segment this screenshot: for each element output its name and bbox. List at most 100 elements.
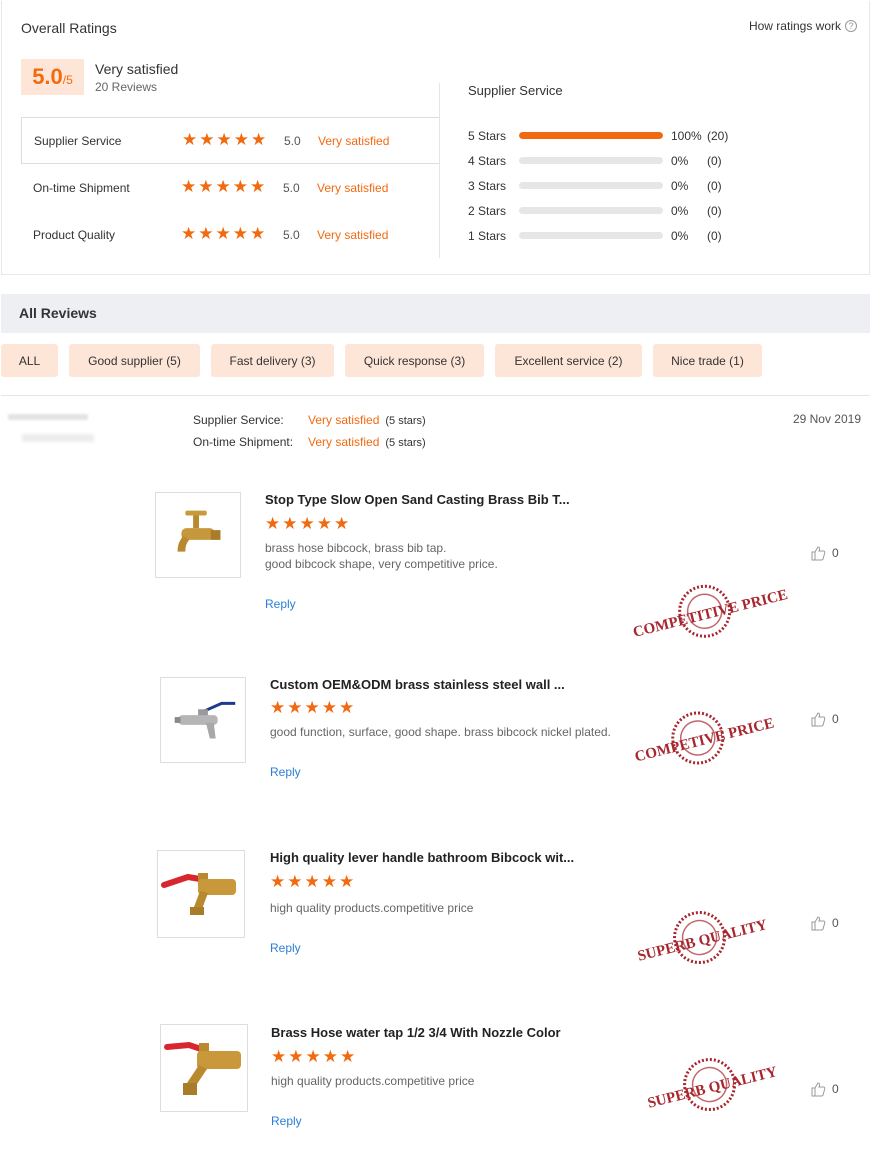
- all-reviews-header: All Reviews: [1, 294, 870, 333]
- stamp-text: SUPERB QUALITY: [646, 1064, 779, 1112]
- like-count: 0: [832, 916, 839, 930]
- tag-nice-trade[interactable]: Nice trade (1): [653, 344, 762, 377]
- meta-value: Very satisfied: [308, 413, 380, 427]
- star-icon: ★: [270, 872, 286, 892]
- tag-good-supplier[interactable]: Good supplier (5): [69, 344, 200, 377]
- star-icon: ★: [215, 177, 231, 197]
- like-count: 0: [832, 712, 839, 726]
- category-row-supplier-service[interactable]: Supplier Service ★ ★ ★ ★ ★ 5.0 Very satisfie…: [21, 117, 440, 164]
- star-icon: ★: [215, 224, 231, 244]
- reply-link[interactable]: Reply: [270, 765, 301, 779]
- star-icon: ★: [181, 177, 197, 197]
- product-stars: ★ ★ ★ ★ ★: [270, 700, 354, 717]
- tag-excellent-service[interactable]: Excellent service (2): [495, 344, 642, 377]
- how-ratings-label: How ratings work: [748, 19, 841, 33]
- distribution-count: (0): [707, 178, 722, 193]
- review-text-line: good function, surface, good shape. bras…: [270, 725, 611, 739]
- tag-all[interactable]: ALL: [1, 344, 58, 377]
- star-icon: ★: [233, 130, 249, 150]
- reviewer-country-blurred: [22, 434, 94, 442]
- how-ratings-link[interactable]: How ratings work ?: [749, 19, 857, 33]
- tag-quick-response[interactable]: Quick response (3): [345, 344, 484, 377]
- distribution-percent: 100%: [671, 128, 702, 143]
- star-icon: ★: [339, 872, 355, 892]
- reply-link[interactable]: Reply: [265, 597, 296, 611]
- reply-link[interactable]: Reply: [270, 941, 301, 955]
- product-stars: ★ ★ ★ ★ ★: [270, 874, 354, 891]
- star-icon: ★: [270, 698, 286, 718]
- review-text: good function, surface, good shape. bras…: [270, 724, 611, 740]
- distribution-label: 3 Stars: [468, 178, 507, 193]
- category-row-product-quality[interactable]: Product Quality ★ ★ ★ ★ ★ 5.0 Very satisfied: [21, 211, 440, 258]
- like-button[interactable]: 0: [810, 915, 839, 931]
- all-reviews-title: All Reviews: [19, 305, 97, 321]
- superb-quality-stamp: SUPERB QUALITY: [646, 1058, 779, 1112]
- category-row-on-time-shipment[interactable]: On-time Shipment ★ ★ ★ ★ ★ 5.0 Very satisfie…: [21, 164, 440, 211]
- overall-score: 5.0: [32, 64, 63, 89]
- stamp-text: SUPERB QUALITY: [636, 917, 769, 965]
- star-icon: ★: [340, 1047, 356, 1067]
- like-count: 0: [832, 546, 839, 560]
- distribution-row: 2 Stars 0% (0): [468, 198, 737, 223]
- steel-tap-image: [174, 701, 236, 739]
- star-icon: ★: [232, 177, 248, 197]
- star-icon: ★: [287, 698, 303, 718]
- product-title[interactable]: Stop Type Slow Open Sand Casting Brass B…: [265, 492, 570, 507]
- review-text-line: high quality products.competitive price: [270, 901, 474, 915]
- like-count: 0: [832, 1082, 839, 1096]
- category-satisfaction: Very satisfied: [318, 133, 390, 148]
- thumbs-up-icon: [811, 712, 826, 727]
- distribution-row: 3 Stars 0% (0): [468, 173, 737, 198]
- distribution-bar: [519, 207, 663, 214]
- like-button[interactable]: 0: [810, 711, 839, 727]
- review-text: brass hose bibcock, brass bib tap. good …: [265, 540, 498, 572]
- tag-fast-delivery[interactable]: Fast delivery (3): [211, 344, 334, 377]
- star-icon: ★: [304, 872, 320, 892]
- product-thumbnail[interactable]: [160, 677, 246, 763]
- divider: [1, 395, 870, 396]
- meta-label: On-time Shipment:: [193, 435, 294, 449]
- meta-value: Very satisfied: [308, 435, 380, 449]
- star-icon: ★: [321, 698, 337, 718]
- star-icon: ★: [322, 1047, 338, 1067]
- product-title[interactable]: High quality lever handle bathroom Bibco…: [270, 850, 574, 865]
- star-icon: ★: [305, 1047, 321, 1067]
- category-score: 5.0: [283, 227, 300, 242]
- product-thumbnail[interactable]: [157, 850, 245, 938]
- review-text-line: high quality products.competitive price: [271, 1074, 475, 1088]
- star-icon: ★: [198, 224, 214, 244]
- distribution-count: (20): [707, 128, 729, 143]
- like-button[interactable]: 0: [810, 1081, 839, 1097]
- star-icon: ★: [199, 130, 215, 150]
- product-thumbnail[interactable]: [160, 1024, 248, 1112]
- category-name: On-time Shipment: [33, 180, 130, 195]
- review-text: high quality products.competitive price: [271, 1073, 474, 1089]
- review-meta-supplier-service: Supplier Service: Very satisfied (5 stars): [193, 413, 426, 427]
- star-icon: ★: [287, 872, 303, 892]
- review-text-line: brass hose bibcock, brass bib tap.: [265, 541, 447, 555]
- star-icon: ★: [198, 177, 214, 197]
- product-stars: ★ ★ ★ ★ ★: [265, 516, 349, 533]
- review-tag-filters: ALL Good supplier (5) Fast delivery (3) …: [1, 344, 762, 377]
- star-icon: ★: [334, 514, 350, 534]
- distribution-percent: 0%: [671, 178, 689, 193]
- product-thumbnail[interactable]: [155, 492, 241, 578]
- product-title[interactable]: Custom OEM&ODM brass stainless steel wal…: [270, 677, 565, 692]
- star-icon: ★: [232, 224, 248, 244]
- overall-ratings-title: Overall Ratings: [21, 20, 117, 36]
- distribution-count: (0): [707, 153, 722, 168]
- reply-link[interactable]: Reply: [271, 1114, 302, 1128]
- category-name: Supplier Service: [34, 133, 122, 148]
- product-title[interactable]: Brass Hose water tap 1/2 3/4 With Nozzle…: [271, 1025, 561, 1040]
- overall-score-box: 5.0 /5: [21, 59, 84, 95]
- distribution-row: 5 Stars 100% (20): [468, 123, 737, 148]
- like-button[interactable]: 0: [810, 545, 839, 561]
- category-stars: ★ ★ ★ ★ ★: [181, 179, 265, 196]
- review-meta-on-time-shipment: On-time Shipment: Very satisfied (5 stars): [193, 435, 426, 449]
- distribution-count: (0): [707, 228, 722, 243]
- star-icon: ★: [250, 224, 266, 244]
- distribution-label: 5 Stars: [468, 128, 507, 143]
- distribution-label: 1 Stars: [468, 228, 507, 243]
- distribution-percent: 0%: [671, 228, 689, 243]
- star-icon: ★: [216, 130, 232, 150]
